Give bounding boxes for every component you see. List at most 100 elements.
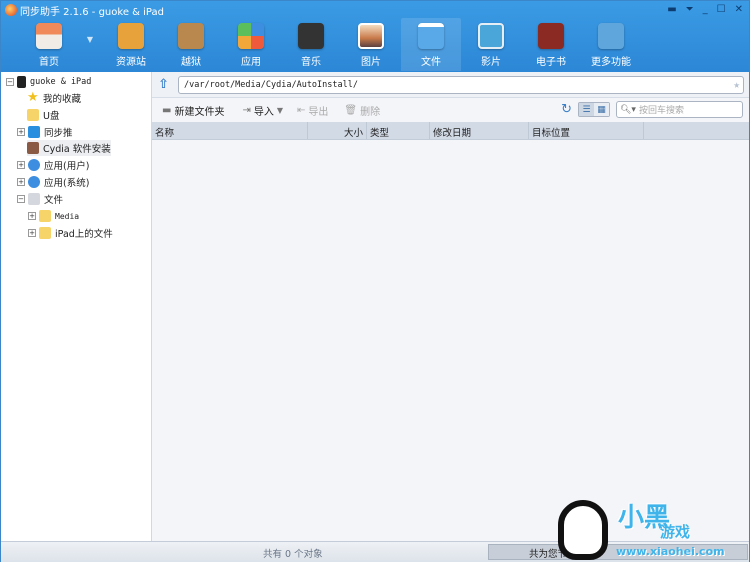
nav-label: 越狱: [181, 57, 201, 68]
column-size[interactable]: 大小: [308, 122, 367, 139]
tree-label: iPad上的文件: [55, 229, 113, 240]
column-type[interactable]: 类型: [367, 122, 430, 139]
minimize-button[interactable]: _: [703, 4, 708, 15]
column-modified[interactable]: 修改日期: [430, 122, 529, 139]
home-dropdown-icon[interactable]: ▼: [79, 18, 101, 71]
toolbar: ▬ 新建文件夹 ⇥ 导入 ▼ ⇤ 导出 🗑 删除 ↻ ☰ ▦ 🔍︎▾ 按回车搜索: [152, 99, 749, 122]
sidebar-tree: − guoke & iPad ★ 我的收藏 U盘 + 同步推 Cydia 软件安装 +…: [1, 72, 152, 541]
tree-cydia[interactable]: Cydia 软件安装: [27, 140, 111, 156]
appstore-icon: [28, 176, 40, 188]
tree-label: 应用(系统): [44, 178, 90, 189]
nav-label: 影片: [481, 57, 501, 68]
button-label: 新建文件夹: [174, 107, 225, 118]
search-icon[interactable]: 🔍︎▾: [620, 105, 636, 115]
shopping-bag-icon: [118, 23, 144, 49]
expand-icon[interactable]: +: [17, 161, 25, 169]
column-name[interactable]: 名称: [152, 122, 308, 139]
star-icon: ★: [27, 90, 39, 105]
collapse-icon[interactable]: −: [17, 195, 25, 203]
nav-photos[interactable]: 图片: [341, 18, 401, 71]
nav-label: 电子书: [536, 57, 566, 68]
nav-home[interactable]: 首页: [19, 18, 79, 71]
title-bar: 同步助手 2.1.6 - guoke & iPad: [5, 3, 164, 18]
tree-device[interactable]: − guoke & iPad: [6, 74, 91, 90]
nav-label: 首页: [39, 57, 59, 68]
object-count: 共有 0 个对象: [263, 549, 323, 560]
nav-resources[interactable]: 资源站: [101, 18, 161, 71]
music-icon: [298, 23, 324, 49]
tree-favorites[interactable]: ★ 我的收藏: [27, 90, 81, 106]
tree-label: Media: [55, 211, 80, 221]
list-view-icon[interactable]: ☰: [579, 103, 594, 116]
nav-music[interactable]: 音乐: [281, 18, 341, 71]
tree-label: 同步推: [44, 128, 73, 139]
nav-label: 资源站: [116, 57, 146, 68]
nav-apps[interactable]: 应用: [221, 18, 281, 71]
tree-label: 文件: [44, 195, 64, 206]
expand-icon[interactable]: +: [28, 229, 36, 237]
home-icon: [36, 23, 62, 49]
watermark-sub: 游戏: [660, 523, 691, 541]
ipad-icon: [17, 76, 26, 88]
cydia-icon: [27, 142, 39, 154]
expand-icon[interactable]: +: [17, 128, 25, 136]
export-button[interactable]: ⇤ 导出: [297, 103, 328, 118]
new-folder-button[interactable]: ▬ 新建文件夹: [162, 103, 224, 118]
star-icon[interactable]: ★: [733, 78, 740, 91]
watermark: 小黑 游戏 www.xiaohei.com: [548, 495, 750, 562]
export-icon: ⇤: [297, 105, 306, 116]
tree-apps-system[interactable]: + 应用(系统): [17, 174, 89, 190]
expand-icon[interactable]: +: [28, 212, 36, 220]
tree-apps-user[interactable]: + 应用(用户): [17, 157, 89, 173]
maximize-button[interactable]: ☐: [717, 4, 726, 15]
path-input[interactable]: /var/root/Media/Cydia/AutoInstall/ ★: [178, 76, 744, 94]
menu-icon[interactable]: ⏷: [686, 4, 694, 15]
nav-jailbreak[interactable]: 越狱: [161, 18, 221, 71]
nav-label: 更多功能: [591, 57, 631, 68]
file-browser: ⇧ /var/root/Media/Cydia/AutoInstall/ ★ ▬ 新…: [152, 72, 749, 541]
panda-mascot-icon: [558, 500, 608, 560]
expand-icon[interactable]: +: [17, 178, 25, 186]
search-input[interactable]: 🔍︎▾ 按回车搜索: [616, 101, 743, 118]
tree-tongbutui[interactable]: + 同步推: [17, 124, 73, 140]
tree-ipad-files[interactable]: + iPad上的文件: [28, 225, 113, 241]
tree-udisk[interactable]: U盘: [27, 107, 59, 123]
folder-icon: ▬: [162, 105, 172, 116]
app-logo-icon: [5, 4, 17, 16]
folder-icon: [39, 210, 51, 222]
trash-icon: 🗑: [344, 105, 358, 116]
close-button[interactable]: ✕: [735, 4, 743, 15]
delete-button[interactable]: 🗑 删除: [344, 103, 380, 118]
video-icon: [478, 23, 504, 49]
refresh-icon[interactable]: ↻: [561, 102, 572, 117]
nav-files[interactable]: 文件: [401, 18, 461, 71]
up-arrow-icon[interactable]: ⇧: [158, 77, 169, 92]
app-window: 同步助手 2.1.6 - guoke & iPad ▬ ⏷ _ ☐ ✕ 首页 ▼…: [0, 0, 750, 562]
nav-label: 音乐: [301, 57, 321, 68]
nav-more[interactable]: 更多功能: [581, 18, 641, 71]
window-title: 同步助手 2.1.6 - guoke & iPad: [20, 6, 164, 18]
tree-media[interactable]: + Media: [28, 208, 79, 224]
toolbar-right: ↻ ☰ ▦ 🔍︎▾ 按回车搜索: [561, 101, 743, 118]
watermark-url: www.xiaohei.com: [616, 545, 725, 558]
folder-sync-icon: [418, 23, 444, 49]
tools-icon: [598, 23, 624, 49]
collapse-icon[interactable]: −: [6, 78, 14, 86]
nav-ebooks[interactable]: 电子书: [521, 18, 581, 71]
top-bar: 同步助手 2.1.6 - guoke & iPad ▬ ⏷ _ ☐ ✕ 首页 ▼…: [1, 1, 749, 72]
tree-label: Cydia 软件安装: [43, 144, 111, 155]
feedback-icon[interactable]: ▬: [667, 4, 676, 15]
path-text: /var/root/Media/Cydia/AutoInstall/: [184, 80, 358, 90]
nav-label: 文件: [421, 57, 441, 68]
appstore-icon: [28, 159, 40, 171]
grid-view-icon[interactable]: ▦: [594, 103, 609, 116]
tree-label: 我的收藏: [43, 94, 82, 105]
nav-label: 应用: [241, 57, 261, 68]
tongbutui-icon: [28, 126, 40, 138]
column-target[interactable]: 目标位置: [529, 122, 644, 139]
folder-icon: [27, 109, 39, 121]
tree-label: 应用(用户): [44, 161, 90, 172]
tree-files[interactable]: − 文件: [17, 191, 63, 207]
import-button[interactable]: ⇥ 导入 ▼: [242, 103, 283, 118]
nav-movies[interactable]: 影片: [461, 18, 521, 71]
